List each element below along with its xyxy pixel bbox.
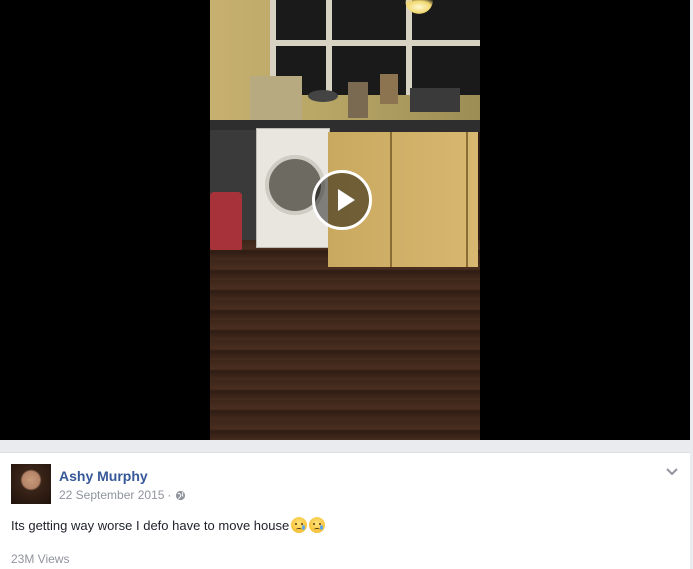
post-card: Ashy Murphy 22 September 2015 · Its gett… [0,452,690,569]
view-count: 23M Views [11,552,70,566]
post-text: Its getting way worse I defo have to mov… [11,517,290,533]
facebook-video-post: Ashy Murphy 22 September 2015 · Its gett… [0,0,693,569]
video-player[interactable] [0,0,690,440]
crying-face-emoji [309,517,326,533]
post-meta: 22 September 2015 · [59,488,186,502]
author-name-link[interactable]: Ashy Murphy [59,468,148,484]
crying-face-emoji [291,517,308,533]
post-date[interactable]: 22 September 2015 [59,488,164,502]
chevron-down-icon[interactable] [665,467,679,477]
play-button[interactable] [312,170,372,230]
play-icon [338,189,355,211]
globe-icon[interactable] [175,490,186,501]
avatar[interactable] [11,464,51,504]
post-message: Its getting way worse I defo have to mov… [11,517,326,533]
meta-separator: · [167,488,172,502]
